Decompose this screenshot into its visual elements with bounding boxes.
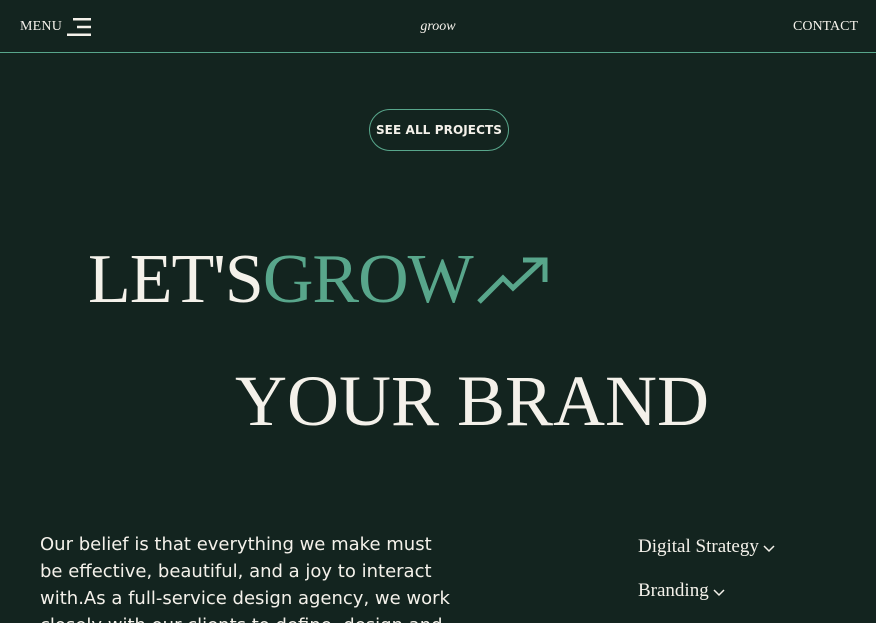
logo-wrapper: groow: [0, 19, 876, 35]
trending-up-arrow-icon: [476, 257, 548, 304]
service-label: Branding: [638, 580, 709, 601]
top-navigation-bar: MENU groow CONTACT: [0, 0, 876, 53]
service-digital-strategy[interactable]: Digital Strategy: [638, 534, 775, 560]
services-list: Digital Strategy Branding: [638, 534, 775, 622]
chevron-down-icon: [763, 545, 775, 553]
menu-label: MENU: [20, 19, 63, 34]
headline-lets: LET'S: [88, 241, 264, 318]
service-label: Digital Strategy: [638, 536, 759, 557]
hamburger-menu-icon: [67, 18, 92, 36]
menu-button[interactable]: MENU: [20, 17, 92, 37]
chevron-down-icon: [713, 589, 725, 597]
see-all-projects-button[interactable]: SEE ALL PROJECTS: [369, 109, 509, 151]
contact-link[interactable]: CONTACT: [793, 19, 858, 35]
hero-headline-line-2: YOUR BRAND: [235, 361, 710, 441]
brand-logo[interactable]: groow: [420, 19, 455, 34]
service-branding[interactable]: Branding: [638, 578, 775, 604]
headline-grow: GROW: [262, 241, 474, 318]
hero-headline-line-1: LET'S GROW: [88, 240, 549, 320]
about-paragraph: Our belief is that everything we make mu…: [40, 534, 450, 623]
